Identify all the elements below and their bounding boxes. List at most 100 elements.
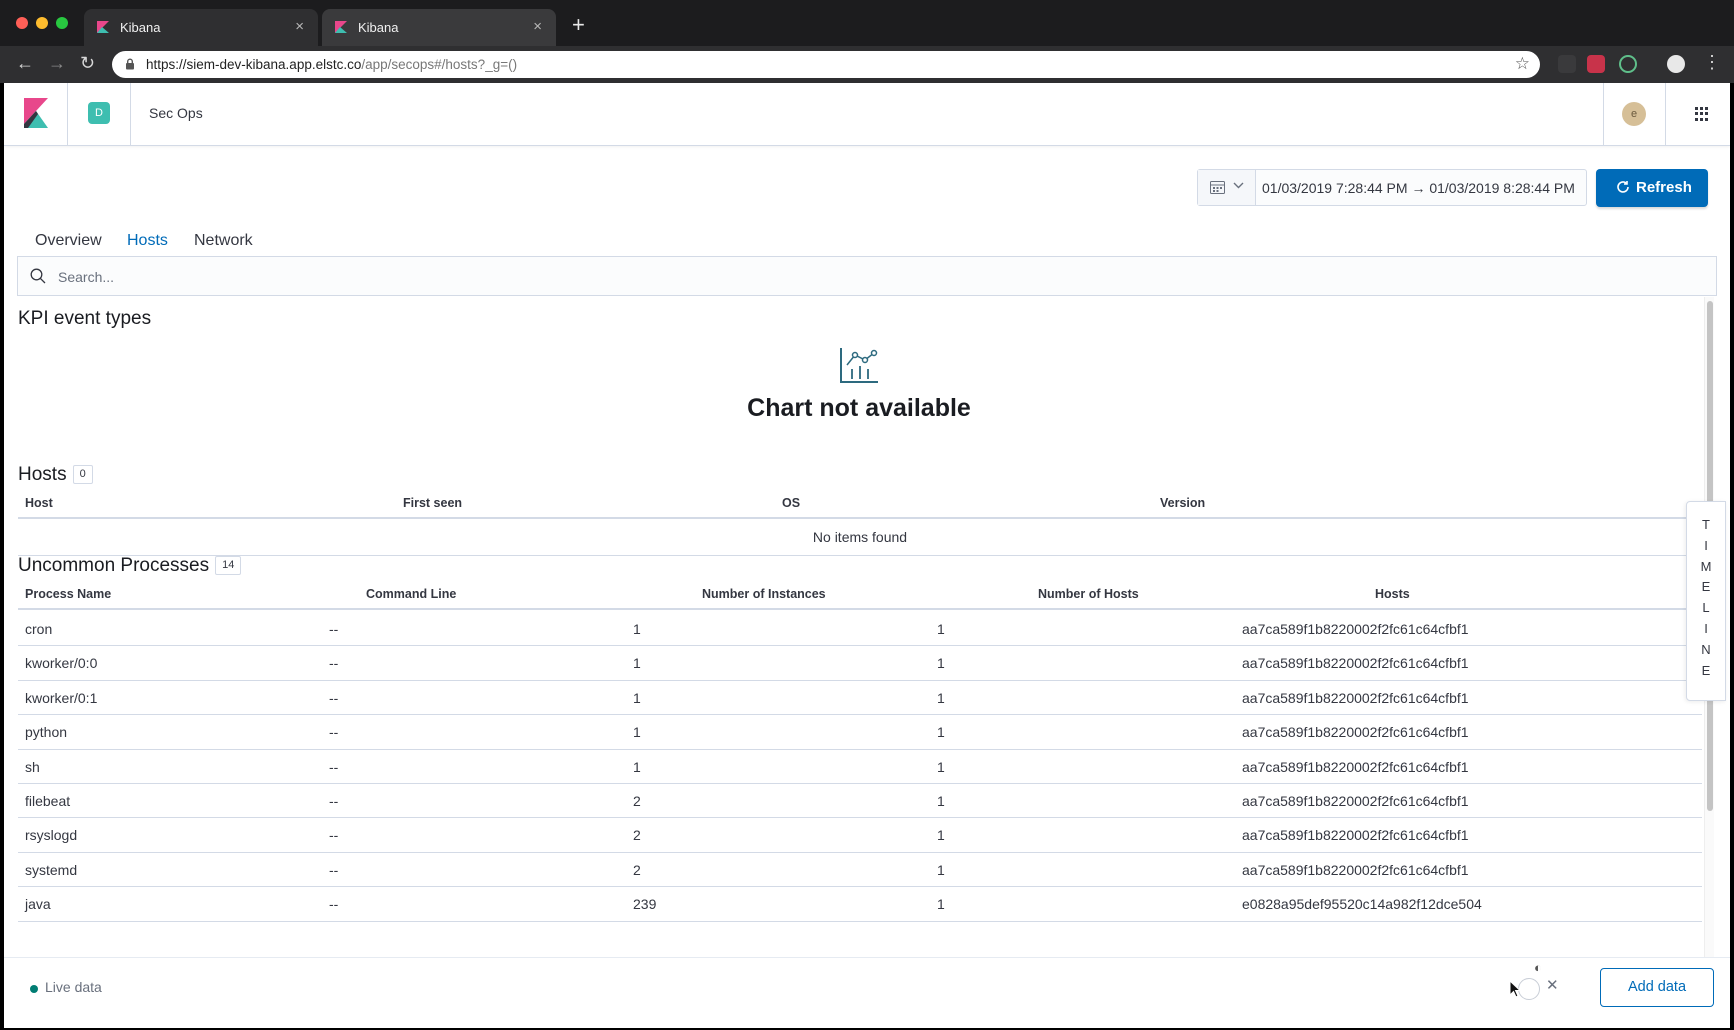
space-avatar[interactable]: D — [88, 102, 110, 124]
command-line-cell: -- — [329, 621, 339, 637]
date-range-text[interactable]: 01/03/2019 7:28:44 PM → 01/03/2019 8:28:… — [1262, 180, 1575, 196]
bookmark-star-icon[interactable]: ☆ — [1515, 54, 1530, 74]
host-link[interactable]: aa7ca589f1b8220002f2fc61c64cfbf1 — [1242, 827, 1469, 843]
user-avatar[interactable]: e — [1622, 102, 1646, 126]
chart-unavailable-icon — [840, 348, 878, 383]
chevron-down-icon — [1233, 182, 1244, 189]
host-link[interactable]: aa7ca589f1b8220002f2fc61c64cfbf1 — [1242, 862, 1469, 878]
search-input[interactable] — [58, 266, 1658, 288]
host-link[interactable]: aa7ca589f1b8220002f2fc61c64cfbf1 — [1242, 690, 1469, 706]
process-name-cell: rsyslogd — [25, 827, 78, 844]
theme-toggle[interactable] — [1518, 978, 1540, 1000]
extension-icon[interactable] — [1619, 55, 1637, 73]
host-count-cell: 1 — [937, 827, 945, 844]
kibana-favicon-icon — [97, 21, 109, 33]
kibana-favicon-icon — [335, 21, 347, 33]
table-row: kworker/0:1 -- 1 1 aa7ca589f1b8220002f2fc61c… — [18, 681, 1702, 716]
search-bar — [17, 256, 1717, 296]
close-icon[interactable]: ✕ — [1546, 976, 1559, 994]
refresh-button[interactable]: Refresh — [1596, 169, 1708, 207]
add-data-button[interactable]: Add data — [1600, 968, 1714, 1007]
uncommon-processes-count-badge: 14 — [215, 556, 242, 575]
timeline-label: TIMELINE — [1687, 502, 1725, 681]
host-count-cell: 1 — [937, 689, 945, 706]
process-name-cell: cron — [25, 621, 53, 637]
address-bar[interactable]: https://siem-dev-kibana.app.elstc.co/app… — [112, 51, 1540, 78]
table-row: rsyslogd -- 2 1 aa7ca589f1b8220002f2fc61c64c… — [18, 818, 1702, 853]
column-header[interactable]: Hosts — [1375, 587, 1410, 601]
host-link[interactable]: aa7ca589f1b8220002f2fc61c64cfbf1 — [1242, 759, 1469, 775]
tab-network[interactable]: Network — [178, 226, 269, 259]
host-link[interactable]: e0828a95def95520c14a982f12dce504 — [1242, 896, 1482, 912]
quick-select-button[interactable] — [1198, 170, 1256, 205]
column-header[interactable]: Command Line — [366, 587, 456, 601]
column-header[interactable]: First seen — [403, 496, 462, 510]
column-header[interactable]: Number of Hosts — [1038, 587, 1139, 601]
browser-tab[interactable]: Kibana × — [84, 9, 318, 46]
tab-hosts[interactable]: Hosts — [111, 226, 184, 259]
live-status-dot — [30, 985, 38, 993]
processes-table-header: Process Name Command Line Number of Inst… — [18, 578, 1702, 610]
hosts-table-header: Host First seen OS Version — [18, 487, 1702, 519]
url-host: https://siem-dev-kibana.app.elstc.co — [146, 57, 362, 72]
lock-icon — [126, 58, 134, 70]
browser-tab[interactable]: Kibana × — [322, 9, 556, 46]
reload-icon[interactable]: ↻ — [80, 53, 95, 74]
extension-icon[interactable] — [1558, 55, 1576, 73]
window-close-button[interactable] — [16, 17, 28, 29]
header-divider — [1603, 83, 1604, 146]
column-header[interactable]: Version — [1160, 496, 1205, 510]
header-divider — [130, 83, 131, 146]
window-maximize-button[interactable] — [56, 17, 68, 29]
date-picker[interactable]: 01/03/2019 7:28:44 PM → 01/03/2019 8:28:… — [1197, 169, 1587, 206]
hosts-title: Hosts 0 — [18, 464, 93, 486]
command-line-cell: -- — [329, 793, 339, 809]
host-link[interactable]: aa7ca589f1b8220002f2fc61c64cfbf1 — [1242, 621, 1469, 637]
close-tab-icon[interactable]: × — [533, 18, 542, 35]
browser-menu-icon[interactable]: ⋮ — [1703, 52, 1721, 73]
browser-tab-title: Kibana — [358, 20, 399, 35]
host-link[interactable]: aa7ca589f1b8220002f2fc61c64cfbf1 — [1242, 724, 1469, 740]
mouse-cursor-icon — [1509, 980, 1521, 998]
column-header[interactable]: Process Name — [25, 587, 111, 601]
extension-icon[interactable] — [1587, 55, 1605, 73]
host-link[interactable]: aa7ca589f1b8220002f2fc61c64cfbf1 — [1242, 793, 1469, 809]
command-line-cell: -- — [329, 827, 339, 844]
column-header[interactable]: Host — [25, 496, 53, 510]
back-icon[interactable]: ← — [16, 53, 34, 74]
profile-icon[interactable] — [1667, 55, 1685, 73]
timeline-letter: L — [1702, 600, 1710, 616]
kibana-logo-icon[interactable] — [22, 96, 50, 130]
apps-grid-icon[interactable] — [1695, 107, 1709, 121]
breadcrumb[interactable]: Sec Ops — [149, 105, 203, 121]
kibana-app: D Sec Ops e 01/03/2019 7:28:44 PM → 01/0… — [4, 83, 1730, 1028]
process-name-cell: python — [25, 724, 68, 741]
timeline-letter: E — [1701, 662, 1711, 678]
refresh-label: Refresh — [1636, 179, 1692, 196]
forward-icon[interactable]: → — [48, 53, 66, 74]
column-header[interactable]: OS — [782, 496, 800, 510]
calendar-icon — [1210, 181, 1225, 194]
instances-cell: 239 — [633, 896, 657, 913]
hosts-empty-row: No items found — [18, 520, 1702, 556]
search-icon — [30, 268, 46, 284]
new-tab-button[interactable]: + — [572, 12, 585, 38]
host-link[interactable]: aa7ca589f1b8220002f2fc61c64cfbf1 — [1242, 655, 1469, 671]
url-text: https://siem-dev-kibana.app.elstc.co/app… — [146, 57, 517, 72]
uncommon-processes-title-text: Uncommon Processes — [18, 555, 210, 576]
instances-cell: 1 — [633, 724, 641, 741]
refresh-icon — [1617, 181, 1629, 193]
window-minimize-button[interactable] — [36, 17, 48, 29]
header-divider — [67, 83, 68, 146]
command-line-cell: -- — [329, 896, 339, 913]
table-row: kworker/0:0 -- 1 1 aa7ca589f1b8220002f2fc61c… — [18, 646, 1702, 681]
close-tab-icon[interactable]: × — [295, 18, 304, 35]
command-line-cell: -- — [329, 724, 339, 741]
page-content: KPI event types Chart not available Host… — [4, 297, 1730, 957]
tab-overview[interactable]: Overview — [19, 226, 118, 259]
chart-unavailable-message: Chart not available — [747, 394, 971, 422]
timeline-letter: N — [1701, 641, 1711, 657]
column-header[interactable]: Number of Instances — [702, 587, 826, 601]
instances-cell: 2 — [633, 793, 641, 809]
timeline-flyout-button[interactable]: TIMELINE — [1686, 501, 1726, 701]
